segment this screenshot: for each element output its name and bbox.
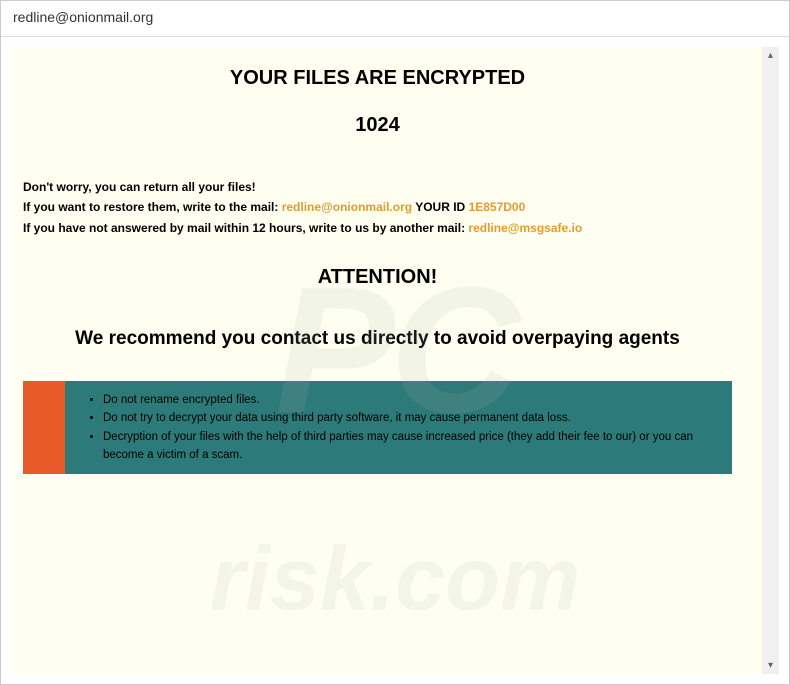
your-id-label: YOUR ID <box>412 200 468 214</box>
reassure-text: Don't worry, you can return all your fil… <box>23 177 732 197</box>
watermark-domain: risk.com <box>210 528 580 631</box>
content-area: PC risk.com YOUR FILES ARE ENCRYPTED 102… <box>11 47 779 674</box>
restore-prefix: If you want to restore them, write to th… <box>23 200 282 214</box>
vertical-scrollbar[interactable]: ▴ ▾ <box>762 47 779 674</box>
recommend-text: We recommend you contact us directly to … <box>23 317 732 361</box>
backup-prefix: If you have not answered by mail within … <box>23 221 468 235</box>
warning-accent-stripe <box>23 381 65 475</box>
scroll-up-icon[interactable]: ▴ <box>762 47 779 64</box>
id-number: 1024 <box>23 114 732 137</box>
contact-email-1: redline@onionmail.org <box>282 200 412 214</box>
scroll-down-icon[interactable]: ▾ <box>762 657 779 674</box>
instructions-block: Don't worry, you can return all your fil… <box>23 177 732 238</box>
attention-heading: ATTENTION! <box>23 266 732 289</box>
ransom-window: redline@onionmail.org PC risk.com YOUR F… <box>0 0 790 685</box>
warning-item: Decryption of your files with the help o… <box>103 428 712 465</box>
ransom-note-content: YOUR FILES ARE ENCRYPTED 1024 Don't worr… <box>11 47 762 494</box>
main-heading: YOUR FILES ARE ENCRYPTED <box>23 67 732 90</box>
backup-instruction: If you have not answered by mail within … <box>23 218 732 238</box>
restore-instruction: If you want to restore them, write to th… <box>23 197 732 217</box>
warning-item: Do not rename encrypted files. <box>103 391 712 409</box>
warning-item: Do not try to decrypt your data using th… <box>103 409 712 427</box>
contact-email-2: redline@msgsafe.io <box>468 221 582 235</box>
victim-id: 1E857D00 <box>469 200 526 214</box>
window-titlebar[interactable]: redline@onionmail.org <box>1 1 789 37</box>
warning-list: Do not rename encrypted files. Do not tr… <box>65 381 732 475</box>
warning-box: Do not rename encrypted files. Do not tr… <box>23 381 732 475</box>
